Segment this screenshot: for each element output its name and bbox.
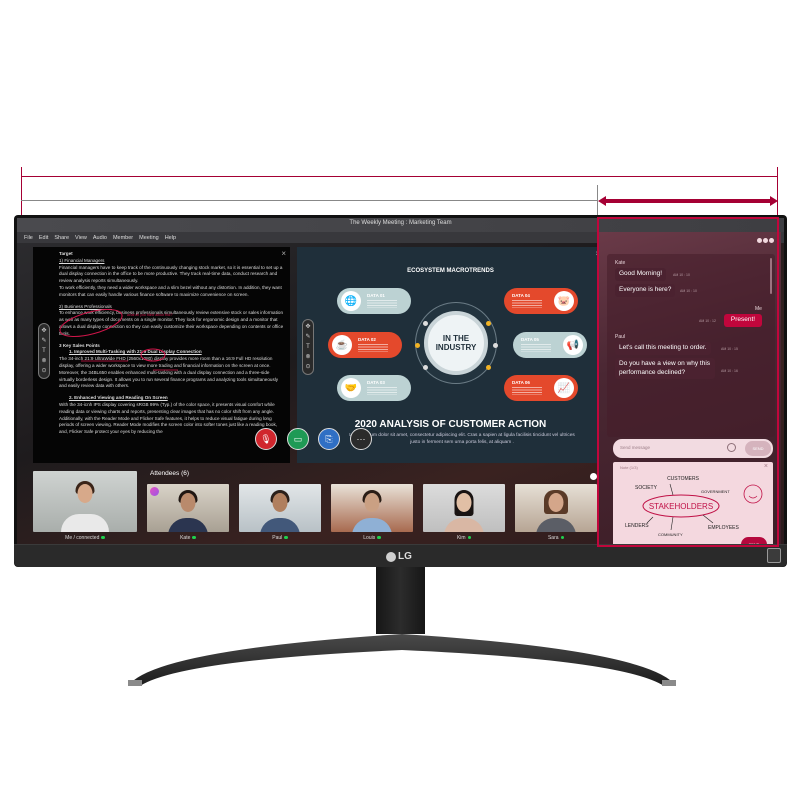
eraser-icon[interactable]: ⊗ [41,358,46,364]
text-icon[interactable]: T [306,344,310,350]
menu-file[interactable]: File [24,235,33,241]
handshake-icon: 🤝 [341,378,361,398]
video-tile-paul[interactable] [239,484,321,532]
online-status-icon [192,535,196,540]
data-bubble-05: DATA 05 📢 [513,332,587,358]
more-icon: ··· [356,434,366,444]
video-tile-me[interactable] [33,471,137,532]
online-status-icon [377,535,381,540]
attendee-label: Louis [331,535,413,541]
monitor-stand-base [128,634,676,686]
video-tile-sara[interactable] [515,484,597,532]
dimension-tick-left [21,167,22,217]
document-heading: Target [59,251,73,256]
paragraph: With the 34-icnh IPS display covering sR… [59,401,275,414]
menu-member[interactable]: Member [113,235,133,241]
menu-share[interactable]: Share [54,235,69,241]
chat-highlight-frame [597,217,779,547]
menu-meeting[interactable]: Meeting [139,235,159,241]
growth-chart-icon: 📈 [554,378,574,398]
orbit-dot [415,343,420,348]
data-bubble-02: ☕ DATA 02 [328,332,402,358]
microphone-button[interactable]: 🎙 [255,428,277,450]
coffee-cup-icon: ☕ [332,335,352,355]
online-status-icon [467,535,472,540]
paragraph: Financial managers have to keep track of… [59,264,283,284]
orbit-dot [423,321,428,326]
document-panel: × Target 1) Financial Managers Financial… [33,247,290,463]
attendee-label: Sara [515,535,597,541]
center-circle: IN THE INDUSTRY [424,311,488,375]
attendee-label: Paul [239,535,321,541]
menu-view[interactable]: View [75,235,87,241]
dimension-tick-right [777,167,778,217]
host-crown-icon [150,487,159,496]
slide-title: ECOSYSTEM MACROTRENDS [407,268,494,274]
piggy-bank-icon: 🐷 [554,291,574,311]
video-tile-kate[interactable] [147,484,229,532]
gear-icon[interactable] [590,473,597,480]
document-body: Target 1) Financial Managers Financial m… [59,251,285,436]
orbit-dot [486,321,491,326]
orbit-dot [423,365,428,370]
settings-icon[interactable]: ⊙ [41,368,46,374]
paragraph: Additionally, with the Reader Mode and F… [59,415,278,435]
globe-icon: 🌐 [341,291,361,311]
video-tile-louis[interactable] [331,484,413,532]
slide-body: Lorem ipsum dolor sit amet, consectetur … [349,433,575,445]
attendee-label: Me / connected [33,535,137,541]
shared-slide-panel: × ECOSYSTEM MACROTRENDS 🌐 DATA 01 ☕ DATA… [297,247,604,463]
orbit-dot [486,365,491,370]
camera-button[interactable]: ▭ [287,428,309,450]
lg-logo-icon [386,551,396,562]
eraser-icon[interactable]: ⊗ [305,354,310,360]
online-status-icon [560,535,565,540]
megaphone-icon: 📢 [563,335,583,355]
paragraph: To work efficiently, they need a wider w… [59,284,282,297]
annotation-toolbar: ✥ ✎ T ⊗ ⊙ [302,319,314,375]
point-title: 1. Improved Multi-Tasking with 21:9 Dual… [69,349,202,355]
data-bubble-06: DATA 06 📈 [504,375,578,401]
more-button[interactable]: ··· [350,428,372,450]
brand-logo: LG [386,551,412,562]
data-bubble-03: 🤝 DATA 03 [337,375,411,401]
online-status-icon [284,535,288,540]
move-icon[interactable]: ✥ [305,324,310,330]
section-title: 1) Financial Managers [59,257,105,263]
video-tile-kim[interactable] [423,484,505,532]
menu-audio[interactable]: Audio [93,235,107,241]
attendees-title: Attendees (6) [150,470,190,477]
pen-icon[interactable]: ✎ [41,338,46,344]
camera-icon: ▭ [293,433,303,444]
text-icon[interactable]: T [42,348,46,354]
double-arrow-icon [598,196,778,206]
key-points-title: 3 Key Sales Points [59,342,100,348]
settings-icon[interactable]: ⊙ [305,364,310,370]
monitor-bezel: LG [14,544,787,567]
annotation-toolbar: ✥ ✎ T ⊗ ⊙ [38,323,50,379]
menu-help[interactable]: Help [165,235,176,241]
attendee-label: Kim [423,535,505,541]
paragraph: To enhance work efficiency, business pro… [59,310,284,336]
online-status-icon [101,535,105,540]
full-width-dimension-line [21,176,778,177]
pen-icon[interactable]: ✎ [305,334,310,340]
menu-edit[interactable]: Edit [39,235,48,241]
main-area-dimension-line [21,200,598,201]
orbit-dot [493,343,498,348]
point-title: 2. Enhanced Viewing and Reading On Scree… [69,395,168,401]
attendee-label: Kate [147,535,229,541]
move-icon[interactable]: ✥ [41,328,46,334]
share-screen-icon: ⎘ [325,433,333,444]
paragraph: The 34-inch 21:9 UltraWide FHD (2560x108… [59,356,279,389]
slide-heading: 2020 ANALYSIS OF CUSTOMER ACTION [354,419,547,430]
data-bubble-04: DATA 04 🐷 [504,288,578,314]
microphone-icon: 🎙 [260,433,272,444]
data-bubble-01: 🌐 DATA 01 [337,288,411,314]
share-screen-button[interactable]: ⎘ [318,428,340,450]
certification-badge-icon [767,548,781,563]
section-title: 2) Business Professionals [59,303,112,309]
